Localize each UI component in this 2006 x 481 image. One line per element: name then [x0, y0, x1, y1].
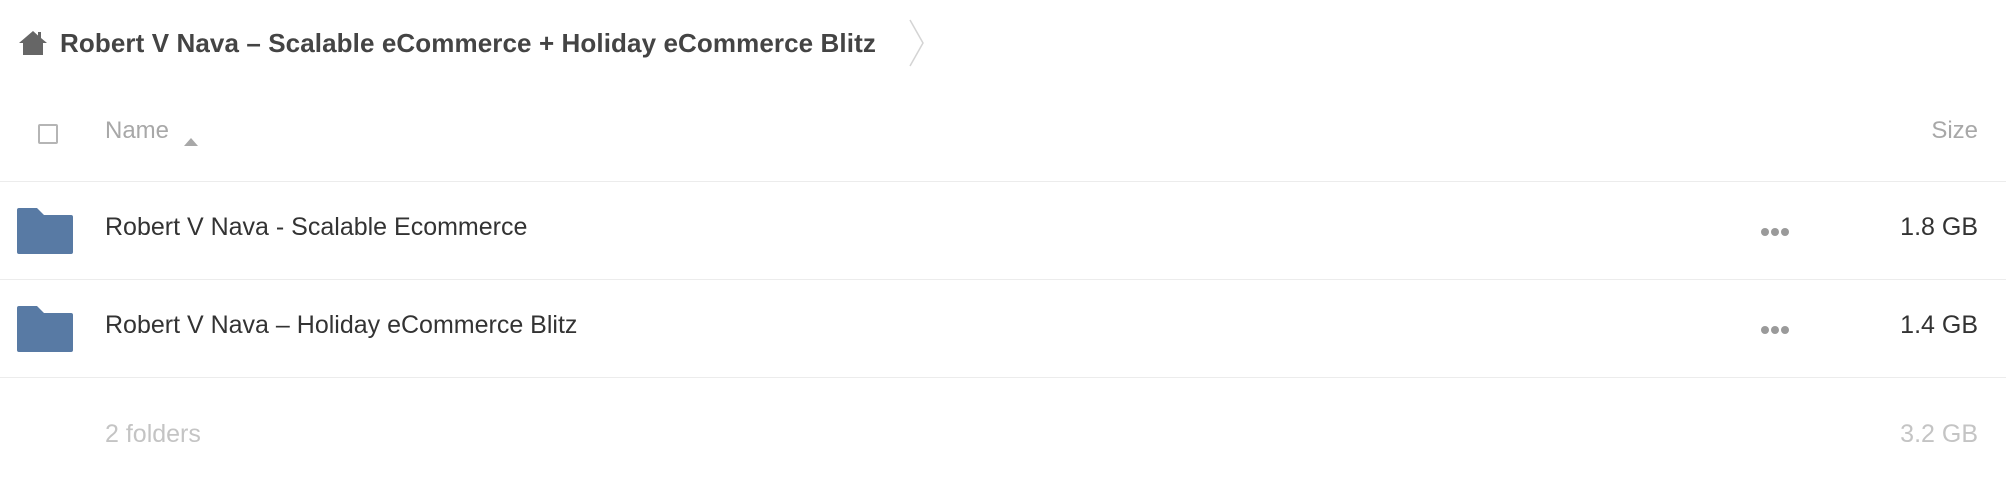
list-item[interactable]: Robert V Nava - Scalable Ecommerce 1.8 G…: [0, 182, 2006, 280]
more-options-icon[interactable]: [1760, 224, 1790, 236]
more-options-icon[interactable]: [1760, 322, 1790, 334]
size-column-header[interactable]: Size: [1931, 117, 1978, 145]
list-item[interactable]: Robert V Nava – Holiday eCommerce Blitz …: [0, 280, 2006, 378]
breadcrumb-current-folder[interactable]: Robert V Nava – Scalable eCommerce + Hol…: [60, 28, 876, 59]
file-browser: Robert V Nava – Scalable eCommerce + Hol…: [0, 0, 2006, 481]
list-header: Name Size: [0, 100, 2006, 182]
folder-count: 2 folders: [105, 420, 201, 448]
chevron-right-icon: [908, 18, 926, 68]
folder-size: 1.4 GB: [1900, 311, 1978, 339]
folder-size: 1.8 GB: [1900, 213, 1978, 241]
total-size: 3.2 GB: [1900, 420, 1978, 448]
name-column-header[interactable]: Name: [105, 117, 199, 146]
home-icon[interactable]: [18, 29, 50, 57]
folder-icon: [17, 206, 73, 254]
folder-icon: [17, 304, 73, 352]
breadcrumb: Robert V Nava – Scalable eCommerce + Hol…: [18, 18, 926, 68]
select-all-checkbox[interactable]: [38, 124, 58, 144]
folder-name[interactable]: Robert V Nava - Scalable Ecommerce: [105, 213, 527, 242]
folder-name[interactable]: Robert V Nava – Holiday eCommerce Blitz: [105, 311, 577, 340]
name-column-label: Name: [105, 117, 170, 144]
sort-ascending-icon: [183, 126, 199, 146]
